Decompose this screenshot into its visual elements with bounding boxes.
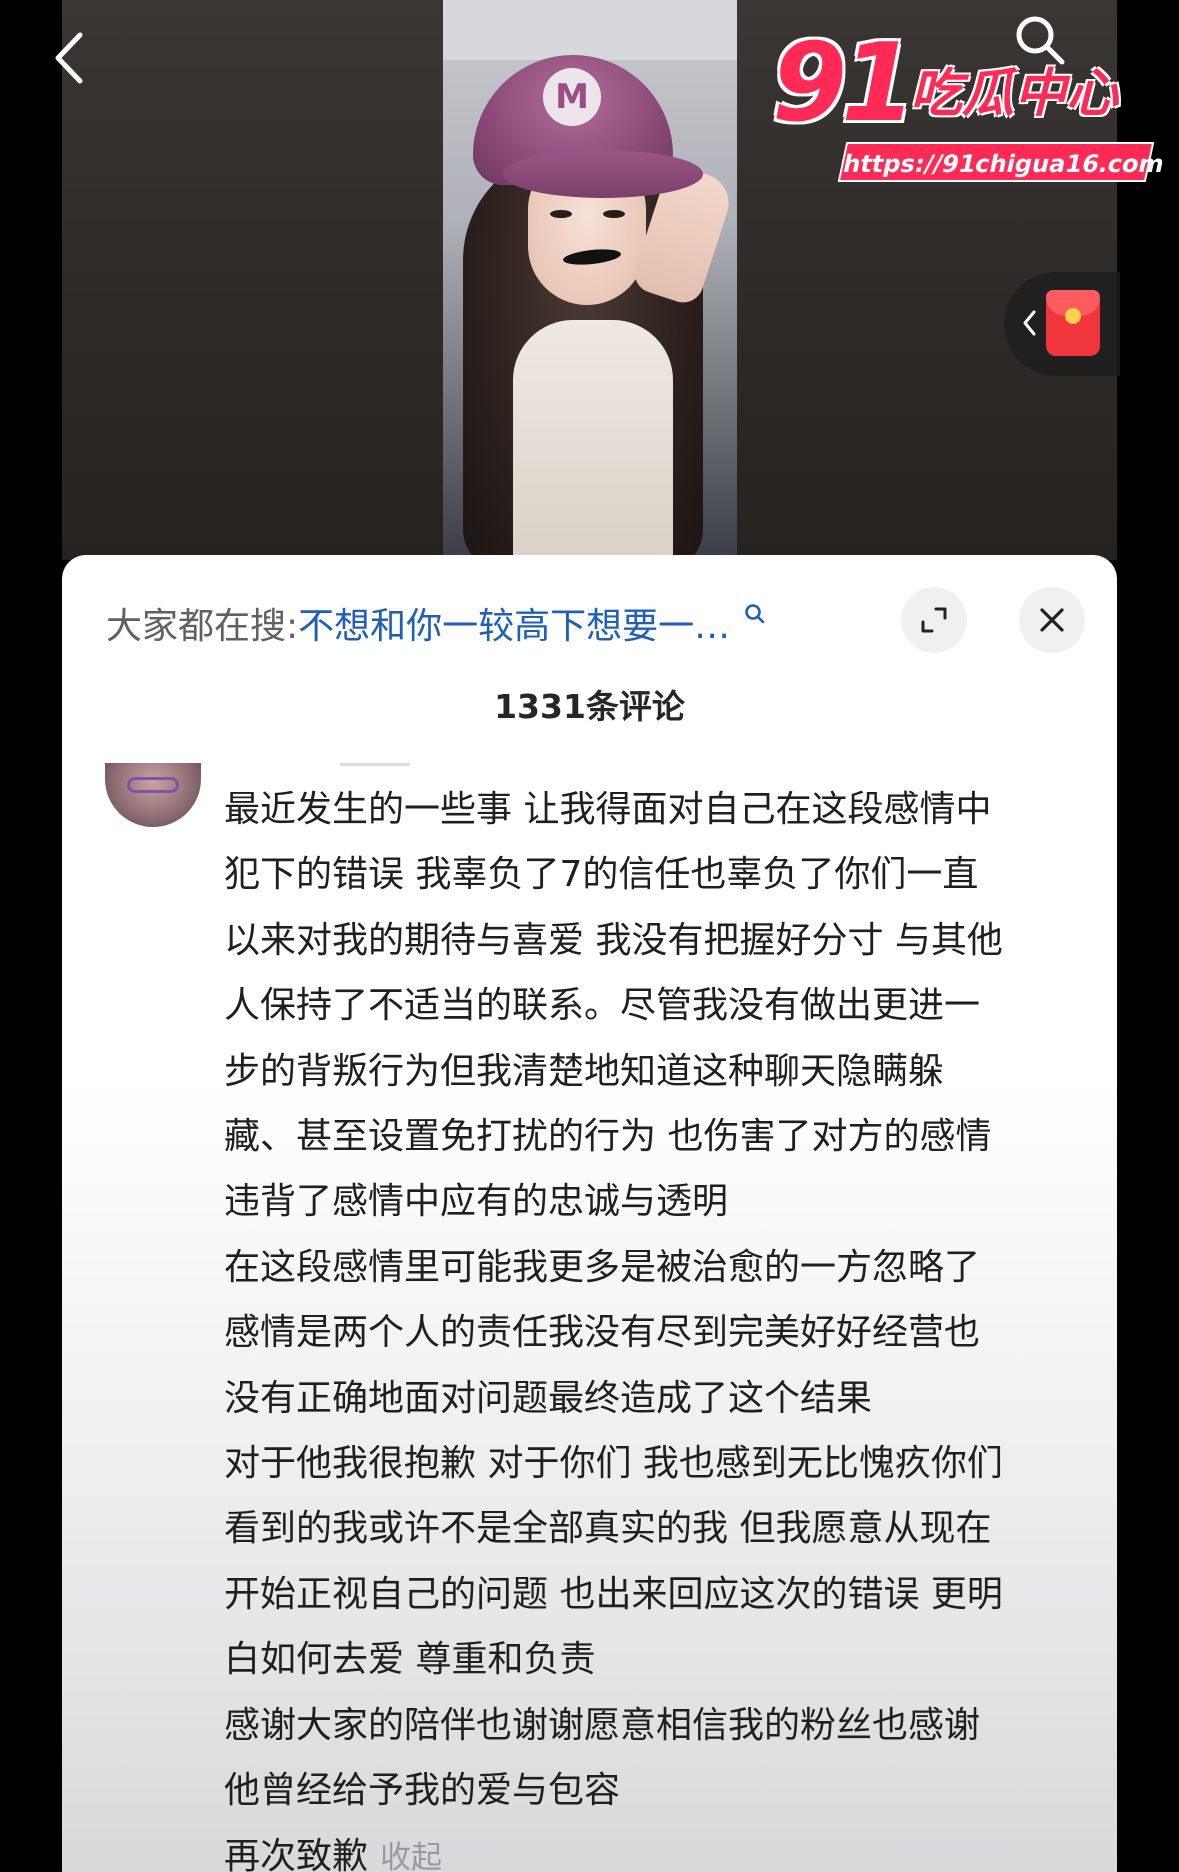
- comment-line: 藏、甚至设置免打扰的行为 也伤害了对方的感情: [224, 1116, 992, 1158]
- comment-line: 没有正确地面对问题最终造成了这个结果: [224, 1377, 873, 1419]
- comment-line: 对于他我很抱歉 对于你们 我也感到无比愧疚你们: [224, 1443, 1003, 1485]
- watermark-title: 吃瓜中心: [910, 64, 1119, 124]
- comment-line: 步的背叛行为但我清楚地知道这种聊天隐瞒躲: [224, 1050, 945, 1092]
- comment-line: 感谢大家的陪伴也谢谢愿意相信我的粉丝也感谢: [224, 1704, 981, 1746]
- video-subject-eye: [550, 210, 572, 218]
- avatar[interactable]: [105, 763, 201, 827]
- comment-line: 看到的我或许不是全部真实的我 但我愿意从现在: [224, 1508, 992, 1550]
- comment-line: 以来对我的期待与喜爱 我没有把握好分寸 与其他: [224, 919, 1003, 961]
- comment-line: 他曾经给予我的爱与包容: [224, 1770, 621, 1812]
- right-letterbox: [1117, 0, 1179, 1872]
- watermark-url: https://91chigua16.com: [837, 142, 1167, 182]
- video-subject-sweater: [513, 320, 673, 560]
- comment-line: 违背了感情中应有的忠诚与透明: [224, 1181, 729, 1223]
- collapse-link[interactable]: 收起: [380, 1840, 442, 1872]
- chevron-left-icon: [1023, 310, 1036, 336]
- trending-search-bar[interactable]: 大家都在搜: 不想和你一较高下想要一…: [106, 595, 766, 651]
- comment-sheet: 大家都在搜: 不想和你一较高下想要一… 1331条评论 最近发生的一些事 让我得…: [62, 555, 1117, 1872]
- comment-last-line: 再次致歉 收起: [224, 1824, 1094, 1872]
- comment-text: 最近发生的一些事 让我得面对自己在这段感情中 犯下的错误 我辜负了7的信任也辜负…: [224, 777, 1094, 1872]
- comment-line: 开始正视自己的问题 也出来回应这次的错误 更明: [224, 1573, 1003, 1615]
- search-icon: [745, 604, 765, 624]
- chevron-left-icon: [55, 32, 83, 84]
- red-packet-button[interactable]: [1004, 272, 1120, 376]
- video-subject-eye: [603, 210, 625, 218]
- video-background-wall: [443, 0, 737, 60]
- comment-line: 在这段感情里可能我更多是被治愈的一方忽略了: [224, 1246, 981, 1288]
- cap-logo: M: [543, 68, 601, 126]
- watermark-number: 91: [772, 21, 916, 146]
- close-icon: [1040, 608, 1064, 632]
- video-frame: M: [443, 0, 737, 560]
- comment-line: 最近发生的一些事 让我得面对自己在这段感情中: [224, 789, 992, 830]
- comment-line: 再次致歉: [224, 1835, 369, 1872]
- expand-button[interactable]: [901, 587, 967, 653]
- site-watermark: 91 吃瓜中心 https://91chigua16.com: [772, 30, 1168, 190]
- expand-icon: [921, 607, 947, 633]
- video-subject-cap-brim: [503, 150, 703, 198]
- username-stub: [340, 763, 410, 766]
- comment-line: 犯下的错误 我辜负了7的信任也辜负了你们一直: [224, 854, 979, 896]
- comment-line: 人保持了不适当的联系。尽管我没有做出更进一: [224, 985, 981, 1027]
- comment-line: 白如何去爱 尊重和负责: [224, 1639, 596, 1681]
- comment-line: 感情是两个人的责任我没有尽到完美好好经营也: [224, 1312, 981, 1354]
- trending-search-query[interactable]: 不想和你一较高下想要一…: [298, 597, 730, 649]
- red-packet-icon: [1046, 290, 1100, 356]
- trending-search-prefix: 大家都在搜:: [106, 606, 299, 647]
- red-packet-seal: [1065, 308, 1081, 324]
- left-letterbox: [0, 0, 62, 1872]
- close-button[interactable]: [1019, 587, 1085, 653]
- back-button[interactable]: [44, 30, 94, 86]
- avatar-glasses: [127, 777, 179, 793]
- comment-count: 1331条评论: [494, 687, 685, 726]
